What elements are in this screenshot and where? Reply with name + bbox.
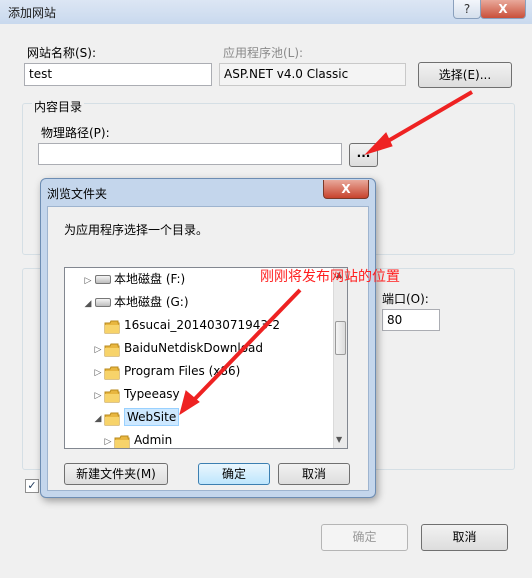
arrow-to-website-head (179, 390, 200, 416)
arrow-to-browse (374, 90, 474, 150)
annotation-arrows (179, 90, 474, 416)
arrow-to-website (188, 288, 302, 406)
arrow-to-browse-head (364, 132, 393, 156)
